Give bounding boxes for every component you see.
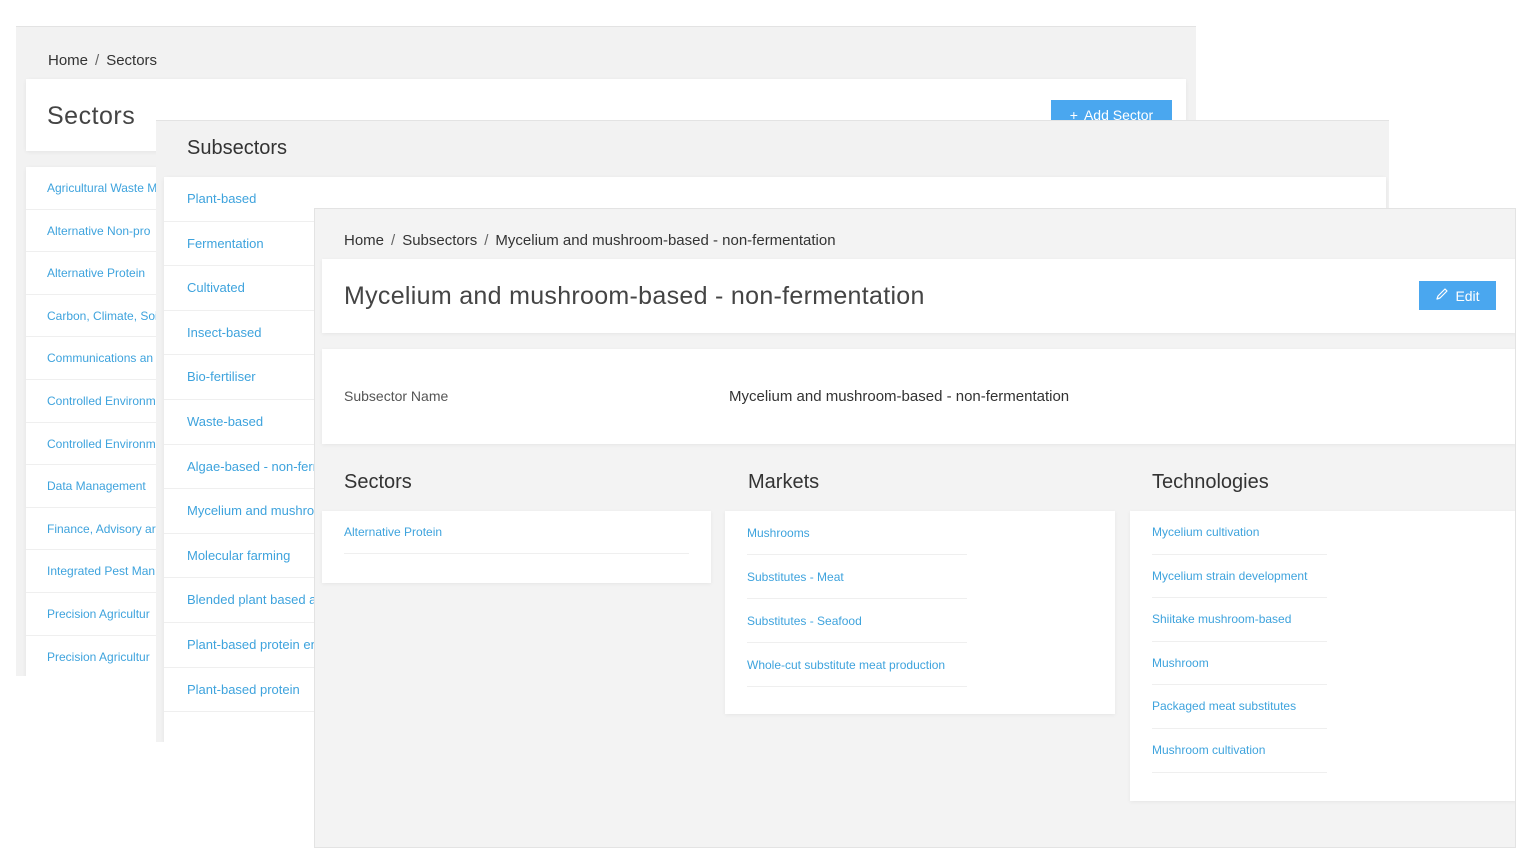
sector-link[interactable]: Precision Agricultur bbox=[47, 607, 150, 621]
technology-link[interactable]: Mycelium cultivation bbox=[1152, 525, 1259, 539]
technology-link[interactable]: Mushroom cultivation bbox=[1152, 743, 1265, 757]
subsector-link[interactable]: Insect-based bbox=[187, 325, 261, 340]
subsector-link[interactable]: Plant-based protein en bbox=[187, 637, 318, 652]
sector-link[interactable]: Agricultural Waste M bbox=[47, 181, 157, 195]
sector-link[interactable]: Alternative Non-pro bbox=[47, 224, 150, 238]
breadcrumb-separator: / bbox=[95, 52, 100, 69]
subsector-link[interactable]: Fermentation bbox=[187, 236, 264, 251]
detail-page-title: Mycelium and mushroom-based - non-fermen… bbox=[344, 282, 925, 310]
subsector-name-field: Subsector Name Mycelium and mushroom-bas… bbox=[322, 349, 1515, 444]
market-link[interactable]: Substitutes - Meat bbox=[747, 570, 844, 584]
breadcrumb-home[interactable]: Home bbox=[344, 232, 384, 249]
subsector-link[interactable]: Molecular farming bbox=[187, 548, 290, 563]
technology-link[interactable]: Packaged meat substitutes bbox=[1152, 699, 1296, 713]
sector-link[interactable]: Precision Agricultur bbox=[47, 650, 150, 664]
breadcrumb-subsectors[interactable]: Subsectors bbox=[402, 232, 477, 249]
field-value: Mycelium and mushroom-based - non-fermen… bbox=[729, 388, 1070, 405]
technology-row: Mycelium strain development bbox=[1152, 555, 1327, 599]
sector-link[interactable]: Controlled Environm bbox=[47, 394, 156, 408]
market-row: Mushrooms bbox=[747, 511, 967, 555]
subsector-link[interactable]: Mycelium and mushro bbox=[187, 503, 314, 518]
detail-breadcrumb: Home / Subsectors / Mycelium and mushroom-ba… bbox=[344, 232, 836, 249]
sector-link[interactable]: Controlled Environm bbox=[47, 437, 156, 451]
technology-row: Shiitake mushroom-based bbox=[1152, 598, 1327, 642]
breadcrumb-separator: / bbox=[484, 232, 489, 249]
technologies-links: Mycelium cultivation Mycelium strain deve… bbox=[1130, 511, 1515, 801]
market-link[interactable]: Substitutes - Seafood bbox=[747, 614, 862, 628]
detail-sector-row: Alternative Protein bbox=[344, 511, 689, 554]
market-link[interactable]: Whole-cut substitute meat production bbox=[747, 658, 945, 672]
sector-link[interactable]: Data Management bbox=[47, 479, 146, 493]
subsector-link[interactable]: Bio-fertiliser bbox=[187, 369, 256, 384]
market-row: Substitutes - Meat bbox=[747, 555, 967, 599]
market-row: Whole-cut substitute meat production bbox=[747, 643, 967, 687]
sector-link[interactable]: Integrated Pest Man bbox=[47, 564, 155, 578]
technology-row: Packaged meat substitutes bbox=[1152, 685, 1327, 729]
edit-label: Edit bbox=[1455, 287, 1480, 304]
detail-sector-link[interactable]: Alternative Protein bbox=[344, 525, 442, 539]
markets-links: Mushrooms Substitutes - Meat Substitutes -… bbox=[725, 511, 1115, 714]
subsector-detail-window: Home / Subsectors / Mycelium and mushroom-ba… bbox=[314, 208, 1516, 848]
subsector-link[interactable]: Algae-based - non-ferm bbox=[187, 459, 324, 474]
subsector-link[interactable]: Cultivated bbox=[187, 280, 245, 295]
market-row: Substitutes - Seafood bbox=[747, 599, 967, 643]
subsectors-title: Subsectors bbox=[187, 137, 288, 159]
subsector-link[interactable]: Waste-based bbox=[187, 414, 263, 429]
breadcrumb-current: Sectors bbox=[106, 52, 158, 69]
sector-link[interactable]: Carbon, Climate, Soi bbox=[47, 309, 158, 323]
page-title: Sectors bbox=[47, 102, 136, 130]
technologies-heading: Technologies bbox=[1152, 471, 1269, 493]
technology-link[interactable]: Mycelium strain development bbox=[1152, 569, 1307, 583]
technology-link[interactable]: Mushroom bbox=[1152, 656, 1209, 670]
market-link[interactable]: Mushrooms bbox=[747, 526, 810, 540]
subsector-link[interactable]: Plant-based protein bbox=[187, 682, 300, 697]
field-label: Subsector Name bbox=[344, 388, 449, 404]
technology-link[interactable]: Shiitake mushroom-based bbox=[1152, 612, 1291, 626]
subsector-link[interactable]: Plant-based bbox=[187, 191, 256, 206]
sector-link[interactable]: Finance, Advisory ar bbox=[47, 522, 156, 536]
technology-row: Mushroom bbox=[1152, 642, 1327, 686]
subsector-link[interactable]: Blended plant based an bbox=[187, 592, 324, 607]
markets-heading: Markets bbox=[748, 471, 820, 493]
breadcrumb-separator: / bbox=[391, 232, 396, 249]
sectors-heading: Sectors bbox=[344, 471, 412, 493]
sector-link[interactable]: Communications an bbox=[47, 351, 153, 365]
edit-button[interactable]: Edit bbox=[1419, 281, 1496, 310]
breadcrumb-current: Mycelium and mushroom-based - non-fermen… bbox=[495, 232, 836, 249]
detail-header: Mycelium and mushroom-based - non-fermen… bbox=[322, 259, 1515, 333]
sector-link[interactable]: Alternative Protein bbox=[47, 266, 145, 280]
breadcrumb: Home / Sectors bbox=[48, 52, 157, 69]
technology-row: Mycelium cultivation bbox=[1152, 511, 1327, 555]
technology-row: Mushroom cultivation bbox=[1152, 729, 1327, 773]
pencil-icon bbox=[1435, 287, 1449, 304]
breadcrumb-home[interactable]: Home bbox=[48, 52, 88, 69]
sectors-links: Alternative Protein bbox=[322, 511, 711, 583]
